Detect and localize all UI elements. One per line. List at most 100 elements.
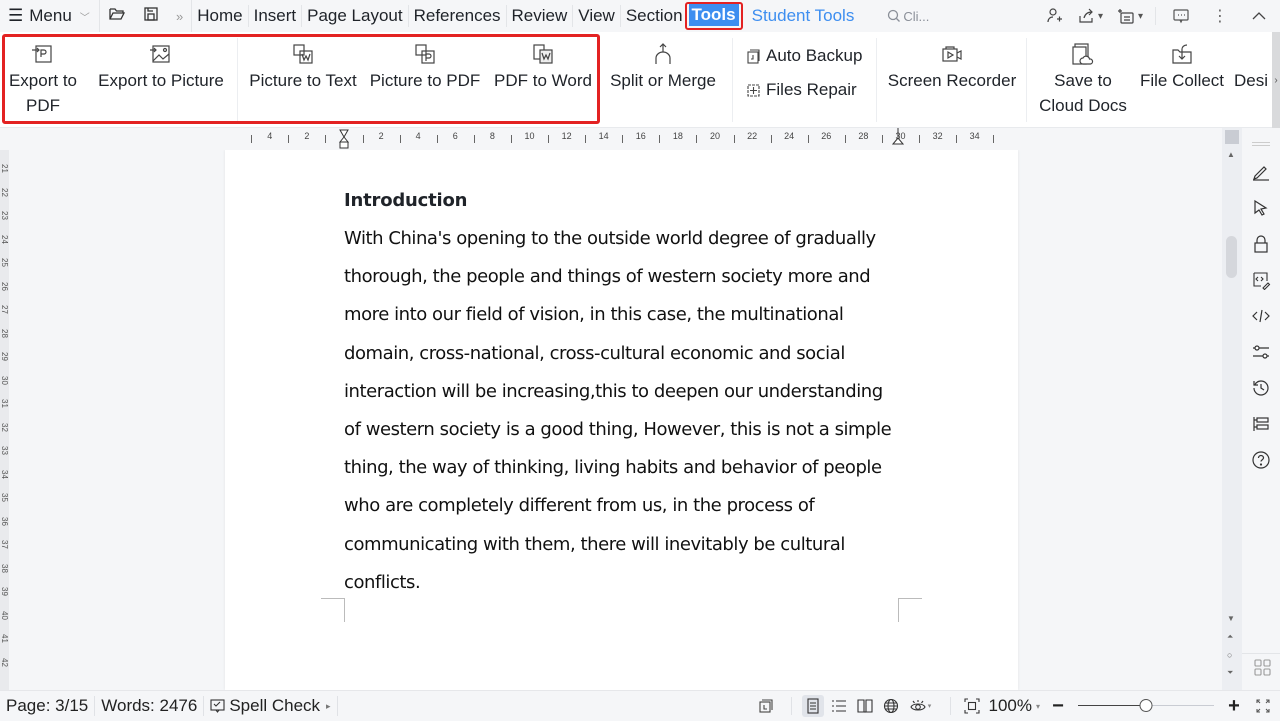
split-or-merge-button[interactable]: Split or Merge	[604, 32, 722, 93]
ribbon-divider	[876, 38, 877, 122]
save-icon[interactable]	[142, 5, 160, 28]
apps-grid-icon[interactable]	[1253, 658, 1273, 678]
vertical-ruler-number: 32	[0, 423, 9, 432]
eye-protection-icon[interactable]: ▾	[906, 695, 936, 717]
vertical-scrollbar[interactable]: ▲ ▼ ⏶ ○ ⏷	[1222, 128, 1242, 690]
zoom-level[interactable]: 100%	[989, 696, 1032, 716]
menu-bar: ☰ Menu ﹀ » Home Insert Page Layout Refer…	[0, 0, 1280, 32]
zoom-dropdown-icon[interactable]: ▾	[1036, 702, 1040, 711]
web-layout-icon[interactable]	[880, 695, 902, 717]
tab-home[interactable]: Home	[192, 5, 248, 27]
ruler-number: 2	[379, 131, 384, 141]
select-browse-object-icon[interactable]: ○	[1227, 650, 1232, 660]
zoom-out-button[interactable]: −	[1050, 695, 1066, 718]
split-view-icon[interactable]	[1225, 130, 1239, 144]
zoom-slider-knob[interactable]	[1140, 699, 1153, 712]
tab-review[interactable]: Review	[507, 5, 574, 27]
navigation-pane-icon[interactable]	[1251, 414, 1271, 434]
tab-page-layout[interactable]: Page Layout	[302, 5, 408, 27]
ruler-number: 24	[784, 131, 794, 141]
next-page-icon[interactable]: ⏷	[1227, 668, 1233, 678]
select-cursor-icon[interactable]	[1251, 198, 1271, 218]
auto-backup-button[interactable]: Auto Backup	[746, 46, 862, 66]
scroll-thumb[interactable]	[1226, 236, 1237, 278]
divider	[950, 697, 951, 715]
window-actions: ▾ ▾ ⋮	[1031, 0, 1280, 32]
code-icon[interactable]	[1251, 306, 1271, 326]
paragraph-line: With China's opening to the outside worl…	[344, 220, 904, 258]
page-view-icon[interactable]	[802, 695, 824, 717]
reading-mode-icon[interactable]	[854, 695, 876, 717]
ruler-tick	[696, 135, 697, 143]
spell-check-button[interactable]: Spell Check ▸	[204, 696, 337, 716]
panel-grip[interactable]	[1252, 142, 1270, 146]
tab-tools[interactable]: Tools	[685, 2, 743, 30]
ruler-tick	[251, 135, 252, 143]
scroll-up-arrow[interactable]: ▲	[1227, 150, 1235, 159]
settings-sliders-icon[interactable]	[1251, 342, 1271, 362]
files-repair-button[interactable]: Files Repair	[746, 80, 857, 100]
word-count[interactable]: Words: 2476	[95, 696, 204, 716]
vertical-ruler-number: 27	[0, 305, 9, 314]
auto-backup-icon	[746, 49, 761, 64]
pdf-to-word-button[interactable]: PDF to Word	[488, 32, 598, 93]
status-bar: Page: 3/15 Words: 2476 Spell Check ▸ ▾ 1…	[0, 690, 1280, 720]
picture-to-pdf-button[interactable]: Picture to PDF	[366, 32, 484, 93]
comment-icon[interactable]	[1172, 7, 1190, 25]
focus-mode-icon[interactable]	[755, 695, 777, 717]
export-to-picture-button[interactable]: Export to Picture	[92, 32, 230, 93]
export-to-pdf-button[interactable]: Export to PDF	[4, 32, 82, 118]
chevron-down-icon: ﹀	[80, 9, 90, 24]
left-indent-marker[interactable]	[339, 129, 349, 149]
pen-icon[interactable]	[1251, 162, 1271, 182]
ruler-tick	[919, 135, 920, 143]
tab-section[interactable]: Section	[621, 5, 683, 27]
save-to-cloud-docs-button[interactable]: Save to Cloud Docs	[1032, 32, 1134, 118]
more-options-icon[interactable]: ⋮	[1212, 6, 1228, 26]
vertical-ruler-number: 42	[0, 658, 9, 667]
more-chevrons-icon[interactable]: »	[176, 9, 183, 24]
code-edit-icon[interactable]	[1251, 270, 1271, 290]
ruler-number: 22	[747, 131, 757, 141]
tab-student-tools[interactable]: Student Tools	[747, 5, 860, 27]
fullscreen-icon[interactable]	[1252, 695, 1274, 717]
spell-check-label: Spell Check	[229, 696, 320, 716]
search-box[interactable]: Cli...	[887, 9, 929, 24]
fit-page-icon[interactable]	[961, 695, 983, 717]
document-page[interactable]: Introduction With China's opening to the…	[225, 150, 1018, 690]
ruler-number: 14	[599, 131, 609, 141]
design-button[interactable]: Desi	[1234, 32, 1274, 93]
scroll-down-arrow[interactable]: ▼	[1227, 614, 1235, 623]
task-list-icon[interactable]: ▾	[1117, 7, 1143, 25]
share-icon[interactable]: ▾	[1077, 7, 1103, 25]
open-folder-icon[interactable]	[108, 5, 126, 28]
help-icon[interactable]	[1251, 450, 1271, 470]
right-indent-marker[interactable]	[892, 128, 904, 146]
tab-references[interactable]: References	[409, 5, 507, 27]
ribbon-scroll-right[interactable]: ›	[1272, 32, 1280, 128]
ruler-tick	[363, 135, 364, 143]
add-collaborator-icon[interactable]	[1045, 7, 1063, 25]
page-indicator[interactable]: Page: 3/15	[0, 696, 95, 716]
pdf-to-word-icon	[531, 42, 555, 66]
vertical-ruler-number: 33	[0, 446, 9, 455]
picture-to-text-button[interactable]: Picture to Text	[244, 32, 362, 93]
tab-view[interactable]: View	[573, 5, 621, 27]
history-icon[interactable]	[1251, 378, 1271, 398]
ruler-tick	[400, 135, 401, 143]
zoom-slider[interactable]	[1078, 698, 1214, 714]
screen-recorder-button[interactable]: Screen Recorder	[884, 32, 1020, 93]
main-menu-button[interactable]: ☰ Menu ﹀	[0, 0, 100, 32]
collapse-ribbon-icon[interactable]	[1250, 7, 1268, 25]
file-collect-button[interactable]: File Collect	[1136, 32, 1228, 93]
ruler-tick	[956, 135, 957, 143]
zoom-in-button[interactable]: +	[1226, 695, 1242, 718]
hamburger-icon: ☰	[8, 6, 23, 26]
tab-insert[interactable]: Insert	[249, 5, 303, 27]
previous-page-icon[interactable]: ⏶	[1227, 632, 1233, 642]
save-to-cloud-docs-label: Save to Cloud Docs	[1039, 68, 1127, 118]
lock-icon[interactable]	[1251, 234, 1271, 254]
page-content[interactable]: Introduction With China's opening to the…	[344, 182, 904, 602]
search-icon	[887, 9, 901, 23]
outline-view-icon[interactable]	[828, 695, 850, 717]
